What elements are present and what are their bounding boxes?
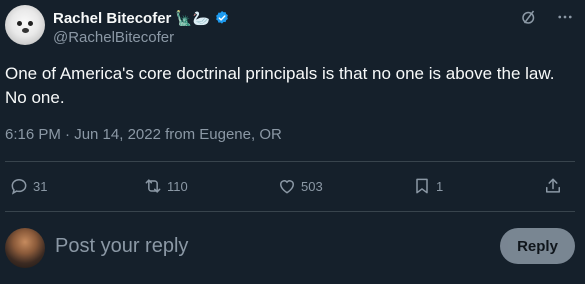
author-name[interactable]: Rachel Bitecofer [53,10,171,27]
divider [5,211,575,212]
author-avatar[interactable] [5,5,45,45]
header-actions [519,7,575,27]
avatar-nose [22,28,29,33]
share-icon [546,178,560,193]
action-bar: 31 110 503 1 [5,172,575,200]
reply-action[interactable]: 31 [9,172,47,200]
tweet-text: One of America's core doctrinal principa… [5,64,555,107]
avatar-eye [28,21,33,26]
author-name-row: Rachel Bitecofer 🗽🦢 [53,8,230,28]
grok-icon[interactable] [519,7,539,27]
more-icon[interactable] [555,7,575,27]
like-icon [279,180,295,194]
retweet-count: 110 [167,178,188,194]
reply-icon [11,178,27,195]
divider [5,161,575,162]
bookmark-icon [416,178,428,194]
current-user-avatar [5,228,45,268]
tweet-header: Rachel Bitecofer 🗽🦢 @RachelBitecofer [5,5,575,47]
tweet-meta[interactable]: 6:16 PM · Jun 14, 2022 from Eugene, OR [5,126,282,143]
author-handle[interactable]: @RachelBitecofer [53,29,174,46]
like-action[interactable]: 503 [277,172,323,200]
verified-badge-icon[interactable] [214,10,230,26]
retweet-icon [145,179,161,193]
reply-input[interactable]: Post your reply [55,235,188,258]
retweet-action[interactable]: 110 [143,172,188,200]
like-count: 503 [301,178,323,194]
reply-composer: Post your reply Reply [5,226,575,268]
author-emojis: 🗽🦢 [175,10,211,26]
bookmark-count: 1 [436,178,444,194]
reply-button[interactable]: Reply [500,228,575,264]
bookmark-action[interactable]: 1 [412,172,443,200]
avatar-eye [17,21,22,26]
share-action[interactable] [543,172,563,200]
reply-count: 31 [33,178,48,194]
